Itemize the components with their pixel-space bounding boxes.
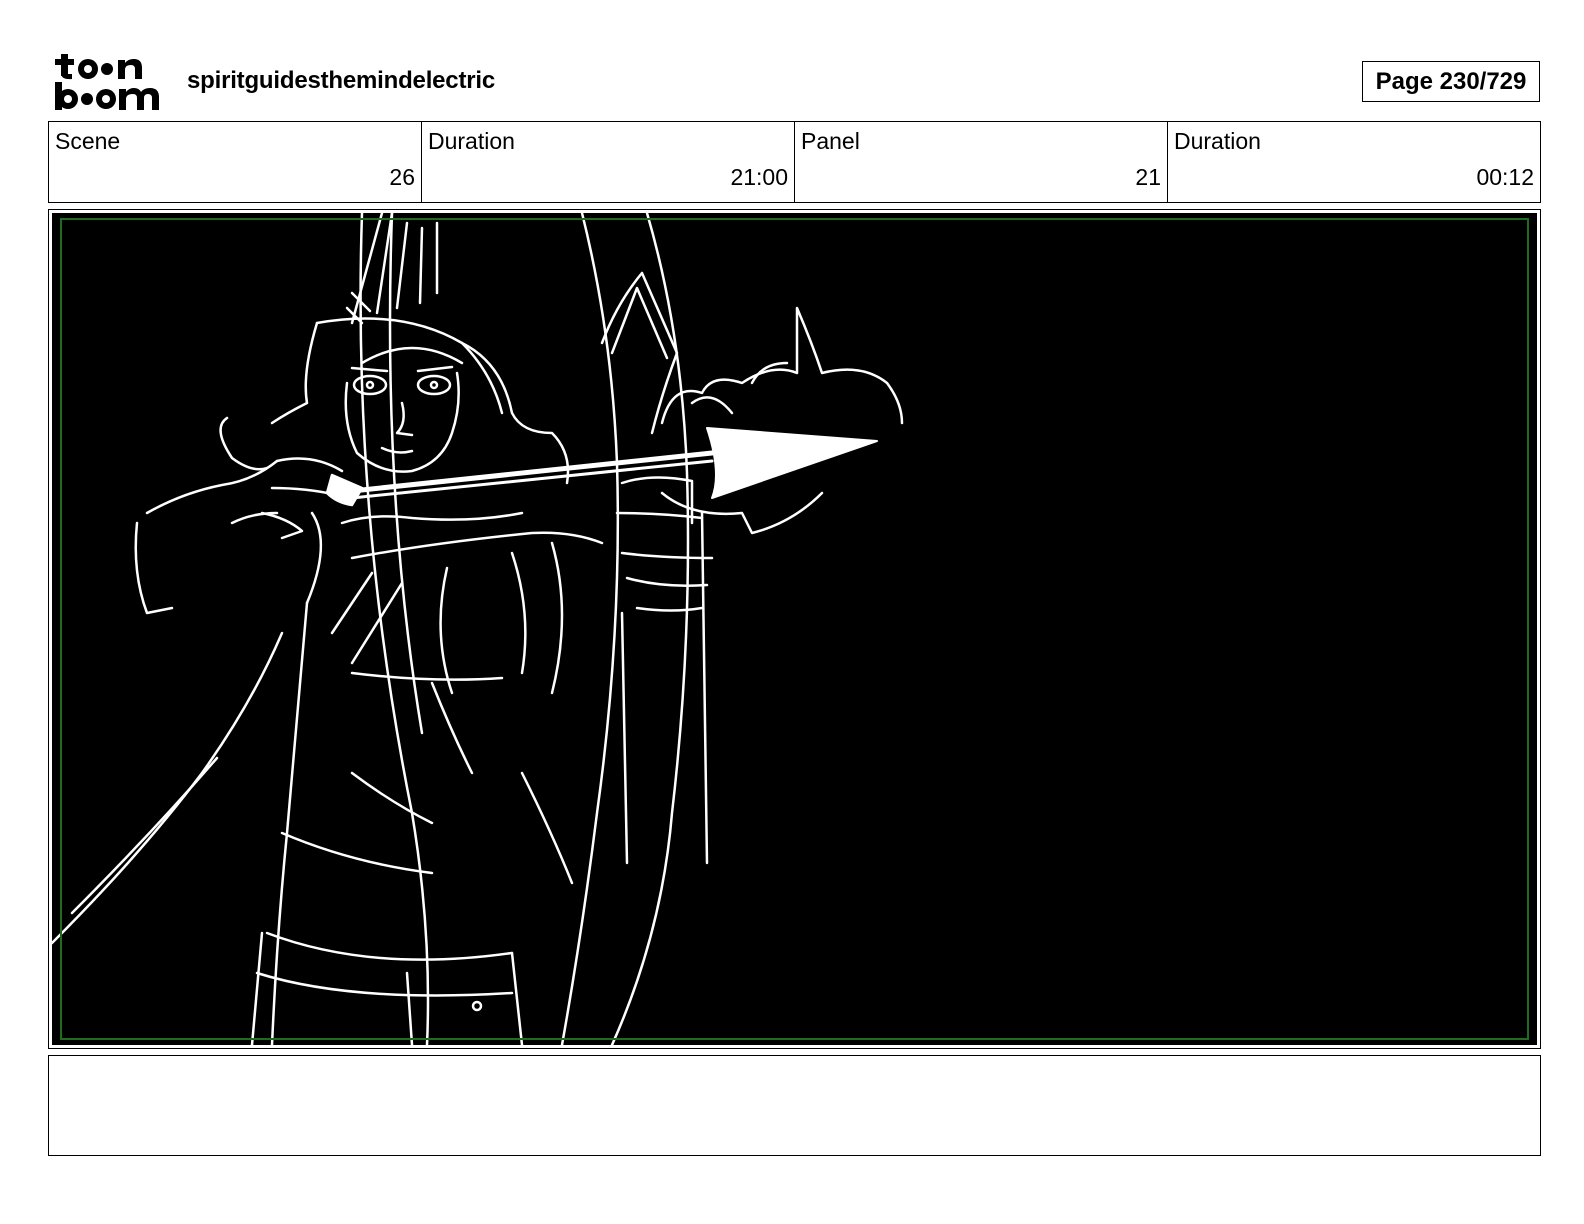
scene-value: 26	[389, 164, 415, 190]
scene-duration-cell: Duration 21:00	[422, 122, 795, 202]
toonboom-logo	[52, 50, 164, 112]
panel-value: 21	[1135, 164, 1161, 190]
panel-notes-box	[48, 1055, 1541, 1156]
project-title: spiritguidesthemindelectric	[187, 67, 496, 94]
panel-info-table: Scene 26 Duration 21:00 Panel 21 Duratio…	[48, 121, 1541, 203]
panel-cell: Panel 21	[795, 122, 1168, 202]
scene-duration-label: Duration	[428, 128, 515, 154]
panel-label: Panel	[801, 128, 860, 154]
panel-duration-value: 00:12	[1476, 164, 1534, 190]
panel-duration-cell: Duration 00:12	[1168, 122, 1540, 202]
storyboard-panel-frame	[48, 209, 1541, 1049]
panel-duration-label: Duration	[1174, 128, 1261, 154]
page-number: Page 230/729	[1362, 61, 1540, 102]
scene-duration-value: 21:00	[730, 164, 788, 190]
archer-sketch	[52, 213, 904, 1045]
scene-label: Scene	[55, 128, 121, 154]
scene-cell: Scene 26	[49, 122, 422, 202]
storyboard-panel-image	[52, 213, 1537, 1045]
